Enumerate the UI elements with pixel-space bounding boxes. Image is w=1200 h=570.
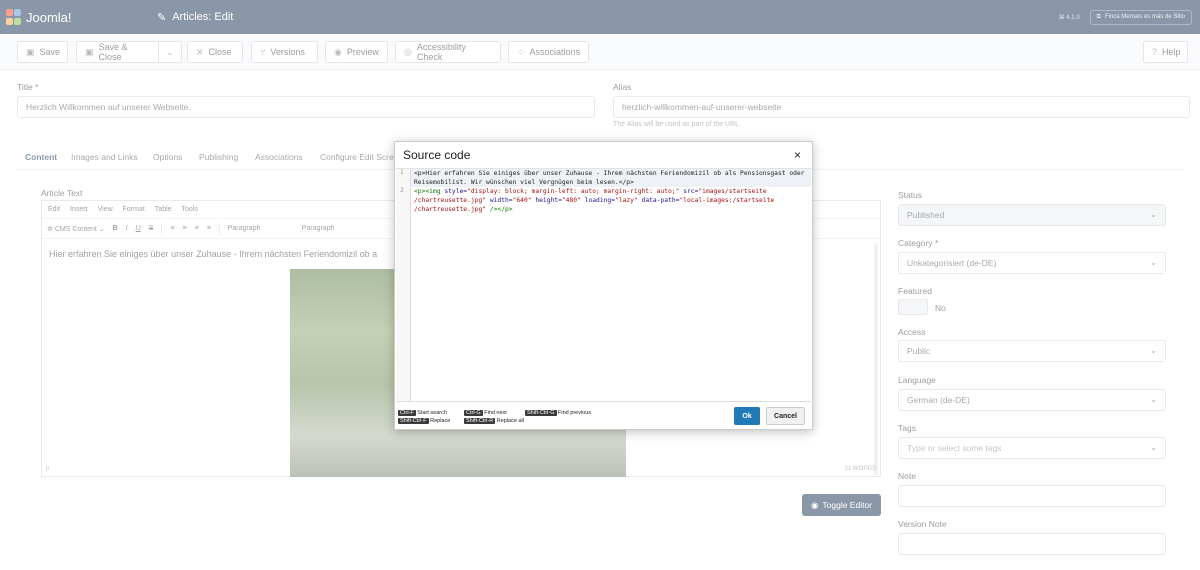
code-token: width= xyxy=(486,197,513,204)
code-token: style= xyxy=(444,188,468,195)
code-line: <p><img style="display: block; margin-le… xyxy=(414,187,767,196)
line-number: 1 xyxy=(400,169,404,176)
code-token: "480" xyxy=(561,197,581,204)
ok-button[interactable]: Ok xyxy=(734,407,760,425)
code-token: /chartreusette.jpg" xyxy=(414,206,487,213)
code-line: Reisemobilist. Wir wünschen viel Vergnüg… xyxy=(414,179,634,186)
shortcut-key: Shift-Ctrl-G xyxy=(525,410,557,416)
shortcut-text: Replace xyxy=(430,418,451,424)
code-token: "display: block; margin-left: auto; marg… xyxy=(467,188,680,195)
code-token: data-path= xyxy=(637,197,680,204)
shortcut-key: Ctrl-F xyxy=(398,410,416,416)
shortcut-key: Ctrl-G xyxy=(464,410,483,416)
shortcut-key: Shift-Ctrl-R xyxy=(464,418,496,424)
cancel-button[interactable]: Cancel xyxy=(766,407,805,425)
shortcut-text: Start search xyxy=(417,410,447,416)
shortcut-start-search: Ctrl-F Start search xyxy=(398,410,447,416)
shortcut-text: Replace all xyxy=(496,418,524,424)
code-token: "640" xyxy=(512,197,532,204)
shortcut-text: Find next xyxy=(484,410,507,416)
line-number: 2 xyxy=(400,187,404,194)
shortcut-replace: Shift-Ctrl-F Replace xyxy=(398,418,450,424)
code-token: "local-images:/startseite xyxy=(679,197,775,204)
code-token: src= xyxy=(679,188,699,195)
dialog-title: Source code xyxy=(403,148,471,162)
code-line: /chartreusette.jpg" /></p> xyxy=(414,205,513,214)
code-token: /chartreusette.jpg" xyxy=(414,197,487,204)
source-code-editor[interactable]: 1 2 <p>Hier erfahren Sie einiges über un… xyxy=(396,169,811,402)
code-line: /chartreusette.jpg" width="640" height="… xyxy=(414,196,774,205)
line-number-gutter xyxy=(396,169,411,401)
source-code-dialog: Source code × 1 2 <p>Hier erfahren Sie e… xyxy=(394,141,813,430)
shortcut-find-previous: Shift-Ctrl-G Find previous xyxy=(525,410,591,416)
code-token: <p><img xyxy=(414,188,445,195)
code-line: <p>Hier erfahren Sie einiges über unser … xyxy=(414,170,805,177)
shortcut-replace-all: Shift-Ctrl-R Replace all xyxy=(464,418,524,424)
dialog-header: Source code xyxy=(395,142,812,169)
code-token: "lazy" xyxy=(614,197,638,204)
shortcut-key: Shift-Ctrl-F xyxy=(398,418,429,424)
shortcut-text: Find previous xyxy=(558,410,592,416)
dialog-close-button[interactable]: × xyxy=(794,148,801,162)
code-token: "images/startseite xyxy=(698,188,767,195)
code-token: loading= xyxy=(580,197,615,204)
code-token: height= xyxy=(531,197,562,204)
shortcut-find-next: Ctrl-G Find next xyxy=(464,410,507,416)
code-token: /></p> xyxy=(486,206,513,213)
